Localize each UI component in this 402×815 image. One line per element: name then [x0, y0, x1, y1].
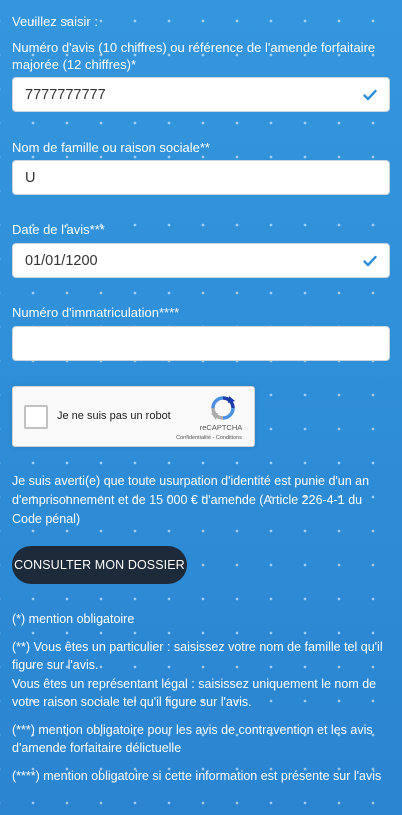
recaptcha-label: Je ne suis pas un robot — [57, 410, 171, 422]
date-input[interactable]: 01/01/1200 — [12, 243, 390, 278]
nom-input-value: U — [25, 169, 36, 186]
recaptcha-widget: Je ne suis pas un robot reCAPTCHA Confid… — [12, 386, 255, 447]
consult-dossier-button[interactable]: CONSULTER MON DOSSIER — [12, 546, 187, 584]
recaptcha-checkbox[interactable] — [24, 405, 48, 429]
immat-input[interactable] — [12, 326, 390, 361]
note-representant: Vous êtes un représentant légal : saisis… — [12, 676, 377, 710]
nom-input[interactable]: U — [12, 160, 390, 195]
date-input-value: 01/01/1200 — [25, 252, 98, 269]
immat-label: Numéro d'immatriculation**** — [12, 305, 180, 320]
footnotes: (*) mention obligatoire (**) Vous êtes u… — [12, 610, 390, 794]
avis-label: Numéro d'avis (10 chiffres) ou référence… — [12, 40, 376, 72]
checkmark-icon — [363, 89, 377, 100]
intro-text: Veuillez saisir : — [12, 14, 98, 29]
checkmark-icon — [363, 255, 377, 266]
date-label: Date de l'avis*** — [12, 222, 105, 237]
avis-input-value: 7777777777 — [25, 86, 106, 103]
recaptcha-logo-icon — [211, 396, 235, 420]
identity-warning: Je suis averti(e) que toute usurpation d… — [12, 474, 370, 526]
note-mandatory: (*) mention obligatoire — [12, 612, 135, 626]
avis-input[interactable]: 7777777777 — [12, 77, 390, 112]
recaptcha-links[interactable]: Confidentialité - Conditions — [165, 435, 253, 441]
recaptcha-brand: reCAPTCHA — [199, 423, 243, 432]
note-immat: (****) mention obligatoire si cette info… — [12, 768, 382, 783]
note-particulier: (**) Vous êtes un particulier : saisisse… — [12, 639, 383, 673]
note-date: (***) mention obligatoire pour les avis … — [12, 722, 373, 756]
nom-label: Nom de famille ou raison sociale** — [12, 140, 210, 155]
